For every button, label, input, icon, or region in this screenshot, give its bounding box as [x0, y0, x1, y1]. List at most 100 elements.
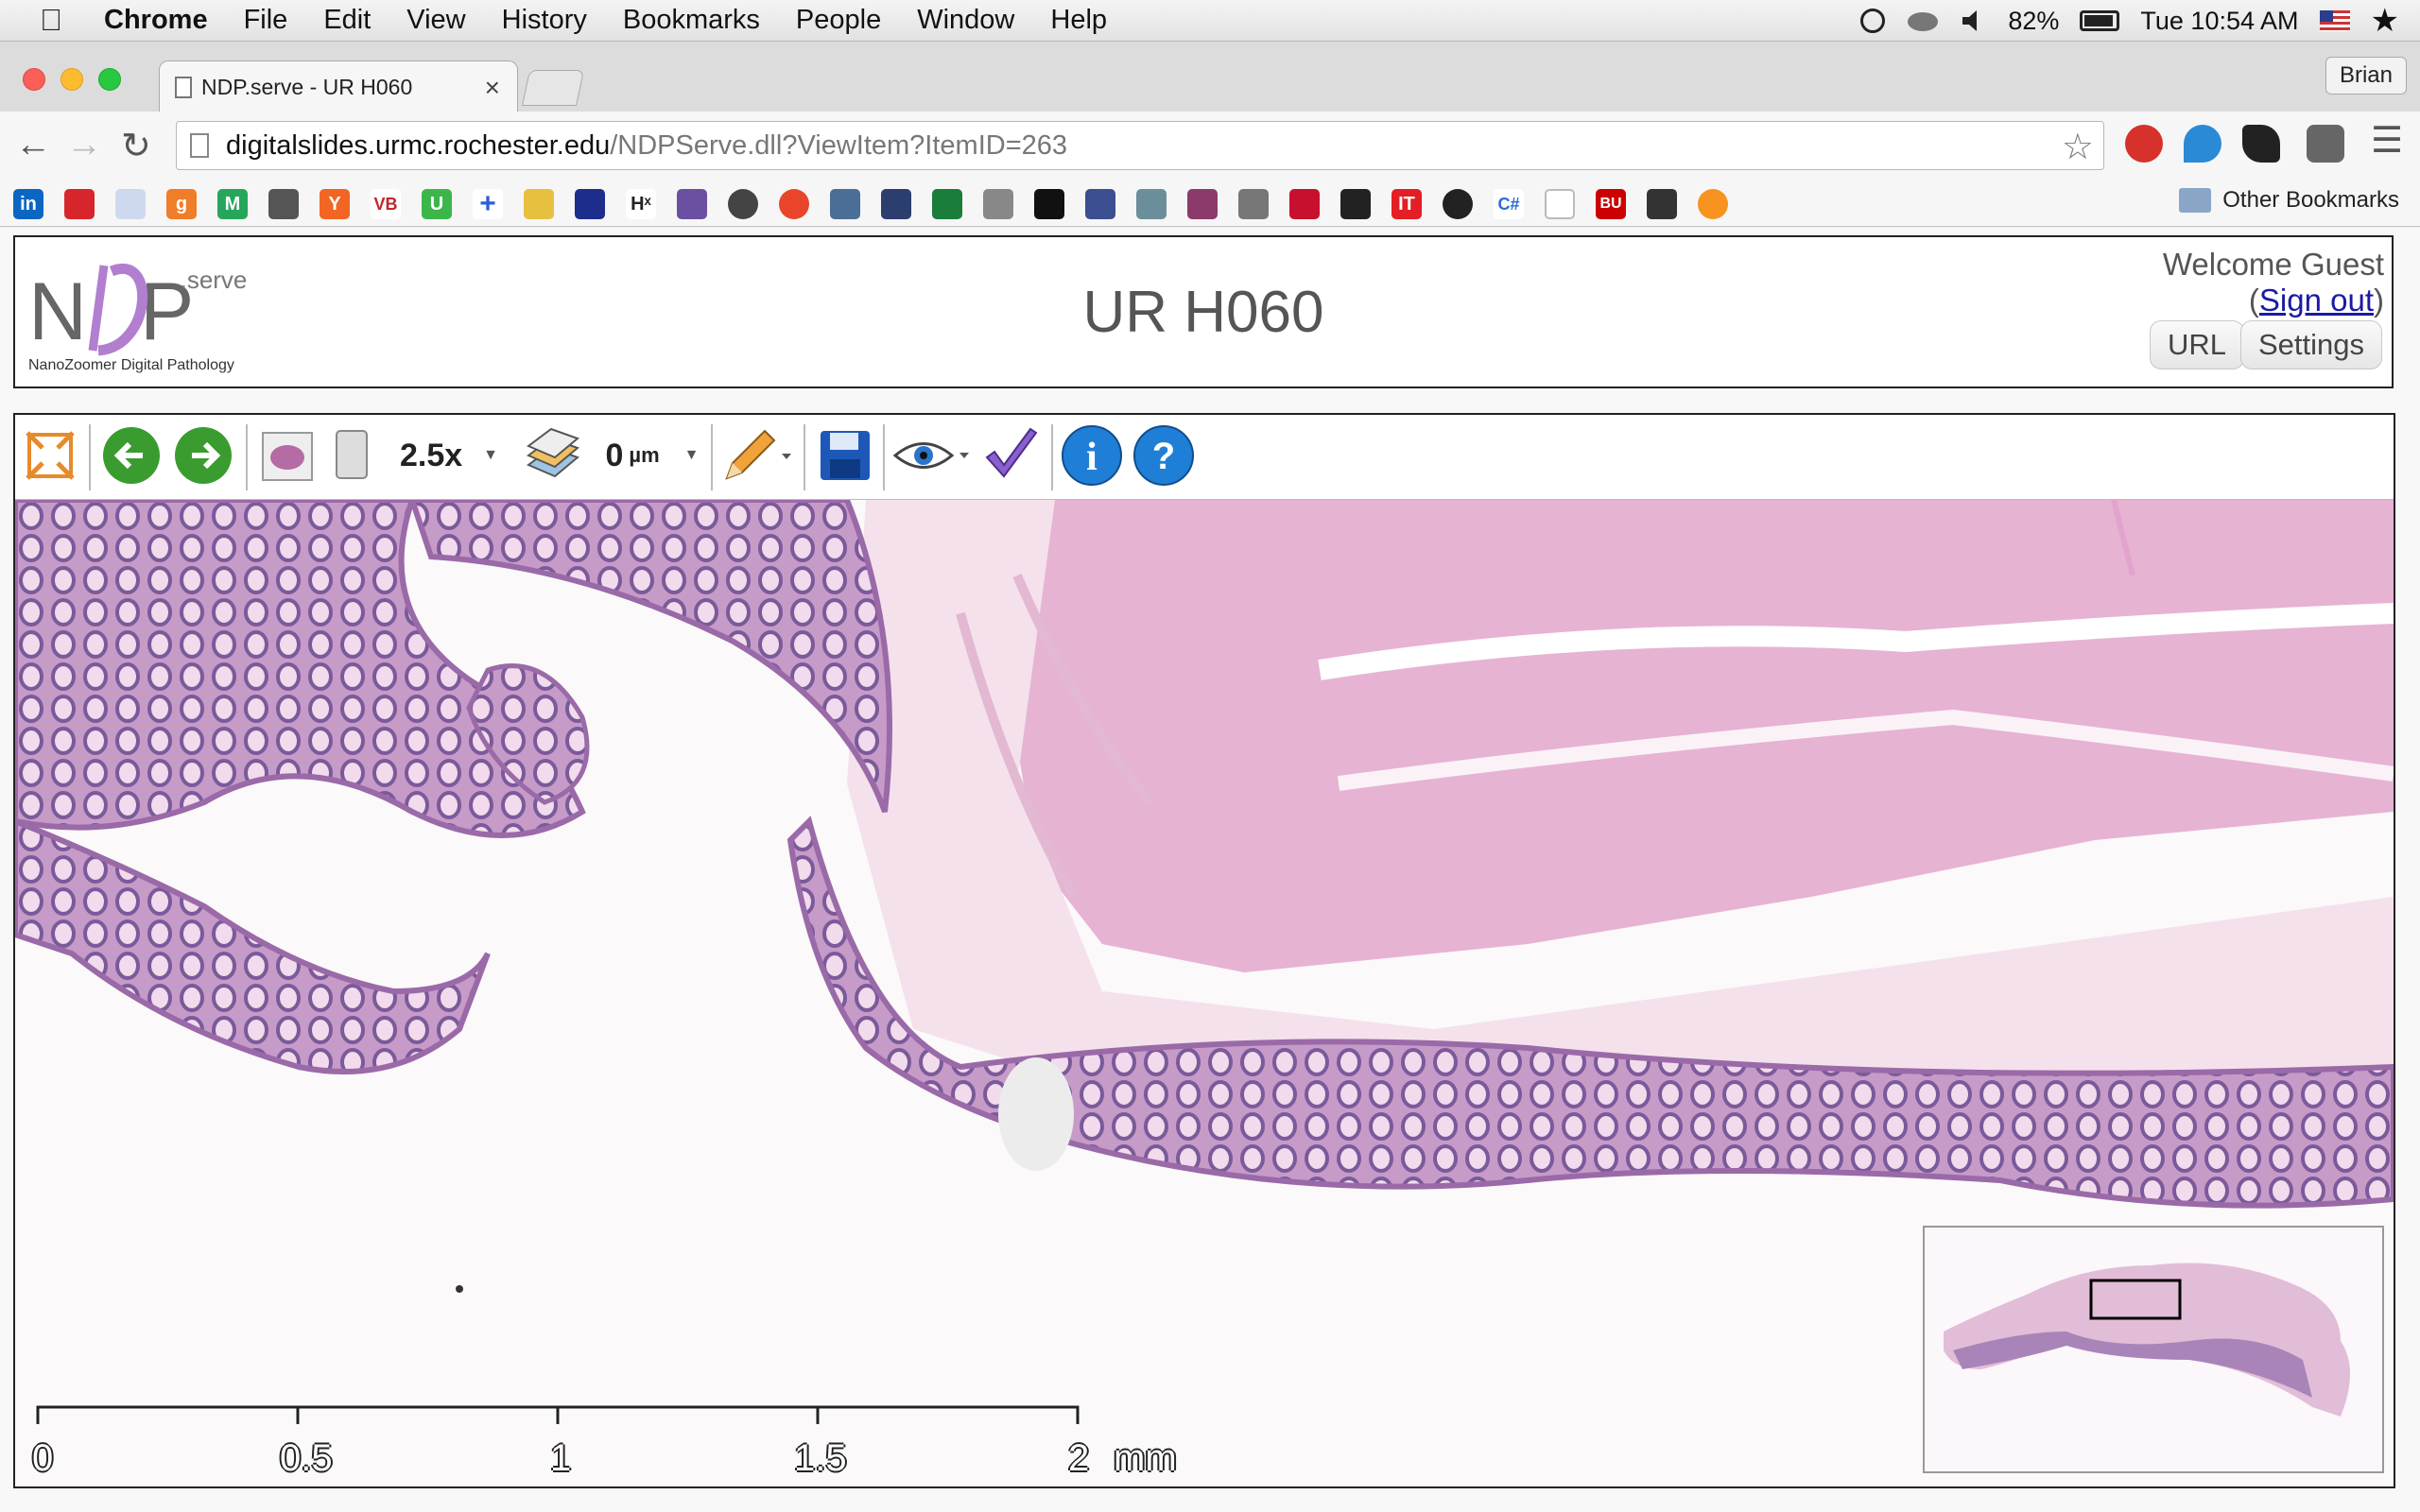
apple-menu-icon[interactable]: : [25, 3, 78, 38]
chrome-menu-icon[interactable]: ☰: [2371, 119, 2403, 162]
bookmark-plus-icon[interactable]: +: [473, 188, 503, 219]
slide-thumbnail-icon[interactable]: [257, 424, 318, 487]
bookmark-u-icon[interactable]: U: [422, 189, 452, 219]
slide-image-canvas[interactable]: 0 0.5 1 1.5 2 mm: [15, 500, 2394, 1486]
profile-button[interactable]: Brian: [2325, 57, 2407, 94]
close-window-icon[interactable]: [23, 68, 45, 91]
tab-ndp-serve[interactable]: NDP.serve - UR H060 ×: [159, 60, 518, 113]
menu-view[interactable]: View: [406, 5, 465, 36]
volume-icon[interactable]: [1961, 9, 1987, 33]
page-icon: [175, 77, 192, 98]
bookmark-dark-icon[interactable]: [1340, 189, 1371, 219]
next-arrow-icon[interactable]: [170, 424, 236, 487]
minimize-window-icon[interactable]: [60, 68, 83, 91]
bookmark-star-icon[interactable]: ☆: [2062, 126, 2094, 168]
focus-select[interactable]: 0 µm ▼: [596, 424, 709, 487]
menu-history[interactable]: History: [502, 5, 587, 36]
checkmark-icon[interactable]: [979, 424, 1044, 487]
svg-text:?: ?: [1152, 436, 1175, 477]
menu-app-chrome[interactable]: Chrome: [104, 5, 208, 36]
bookmark-chart-icon[interactable]: [1289, 189, 1320, 219]
bookmark-dots-icon[interactable]: [677, 189, 707, 219]
extension-blue-icon[interactable]: [2184, 125, 2221, 163]
bookmark-cross-icon[interactable]: [1136, 189, 1167, 219]
bookmark-hx-icon[interactable]: Hˣ: [626, 189, 656, 219]
bookmark-csharp-icon[interactable]: C#: [1494, 189, 1524, 219]
battery-icon[interactable]: [2080, 10, 2120, 31]
address-bar[interactable]: digitalslides.urmc.rochester.edu/NDPServ…: [176, 121, 2104, 170]
bookmark-it-icon[interactable]: IT: [1392, 189, 1422, 219]
bookmark-appspress-icon[interactable]: [728, 189, 758, 219]
hackernews-bookmark-icon[interactable]: Y: [320, 189, 350, 219]
pocket-icon[interactable]: [2307, 125, 2344, 163]
back-arrow-icon[interactable]: ←: [15, 125, 51, 165]
url-path: /NDPServe.dll?ViewItem?ItemID=263: [610, 129, 1068, 161]
bookmark-face-icon[interactable]: [1443, 189, 1473, 219]
clock[interactable]: Tue 10:54 AM: [2140, 7, 2298, 36]
bookmark-w-icon[interactable]: [932, 189, 962, 219]
tomato-bookmark-icon[interactable]: [779, 189, 809, 219]
battery-percent[interactable]: 82%: [2008, 7, 2059, 36]
view-eye-icon[interactable]: [890, 424, 976, 487]
reload-icon[interactable]: ↻: [121, 125, 151, 167]
scale-label-2: 2: [1068, 1437, 1090, 1479]
us-flag-icon[interactable]: [2319, 10, 2350, 31]
bookmark-lines-icon[interactable]: [1238, 189, 1269, 219]
bookmark-bank-icon[interactable]: [115, 189, 146, 219]
bookmark-stripes-icon[interactable]: [983, 189, 1013, 219]
slide-title: UR H060: [1082, 280, 1324, 345]
url-button[interactable]: URL: [2149, 320, 2244, 369]
menu-file[interactable]: File: [244, 5, 288, 36]
menu-people[interactable]: People: [796, 5, 881, 36]
bookmark-g-icon[interactable]: g: [166, 189, 197, 219]
extension-black-icon[interactable]: [2242, 125, 2280, 163]
notification-star-icon[interactable]: ★: [2371, 2, 2399, 40]
info-icon[interactable]: i: [1059, 424, 1125, 487]
menu-help[interactable]: Help: [1050, 5, 1107, 36]
svg-text:i: i: [1086, 436, 1098, 479]
bookmark-bowtie-icon[interactable]: [1034, 189, 1064, 219]
annotate-pencil-icon[interactable]: [718, 424, 796, 487]
cloud-icon[interactable]: [1906, 9, 1940, 33]
page-info-icon[interactable]: [190, 133, 209, 158]
fit-to-screen-icon[interactable]: [23, 424, 78, 487]
adblock-icon[interactable]: [2125, 125, 2163, 163]
menu-bookmarks[interactable]: Bookmarks: [623, 5, 760, 36]
focus-layers-icon[interactable]: [520, 424, 586, 487]
settings-button[interactable]: Settings: [2239, 320, 2382, 369]
chevron-down-icon: ▼: [483, 447, 499, 463]
bookmark-feather-icon[interactable]: [1187, 189, 1218, 219]
menu-window[interactable]: Window: [917, 5, 1014, 36]
magnification-select[interactable]: 2.5x ▼: [397, 424, 501, 487]
menu-edit[interactable]: Edit: [323, 5, 371, 36]
forward-arrow-icon[interactable]: →: [66, 125, 102, 165]
linkedin-bookmark-icon[interactable]: in: [13, 189, 43, 219]
new-tab-button[interactable]: [521, 70, 585, 106]
zoom-window-icon[interactable]: [98, 68, 121, 91]
do-not-disturb-icon[interactable]: [1860, 9, 1886, 33]
other-bookmarks-label: Other Bookmarks: [2222, 187, 2399, 213]
database-bookmark-icon[interactable]: [830, 189, 860, 219]
bookmark-page-icon[interactable]: [1545, 189, 1575, 219]
bookmark-gear-icon[interactable]: [1085, 189, 1115, 219]
slide-label-icon[interactable]: [327, 424, 376, 487]
close-tab-icon[interactable]: ×: [485, 73, 500, 103]
scale-unit: mm: [1114, 1437, 1177, 1479]
bookmark-vb-icon[interactable]: VB: [371, 189, 401, 219]
bookmark-pinwheel-icon[interactable]: [524, 189, 554, 219]
focus-unit: µm: [629, 443, 660, 467]
bookmark-m-icon[interactable]: M: [217, 189, 248, 219]
save-disk-icon[interactable]: [815, 424, 875, 487]
help-icon[interactable]: ?: [1131, 424, 1197, 487]
other-bookmarks[interactable]: Other Bookmarks: [2179, 187, 2399, 214]
previous-arrow-icon[interactable]: [98, 424, 164, 487]
sign-out-link[interactable]: Sign out: [2259, 283, 2374, 318]
bookmark-bu-icon[interactable]: BU: [1596, 189, 1626, 219]
bookmark-news-icon[interactable]: [268, 189, 299, 219]
bookmark-h-icon[interactable]: [881, 189, 911, 219]
bookmark-hexagon-icon[interactable]: [1698, 189, 1728, 219]
bookmark-grid-icon[interactable]: [575, 189, 605, 219]
bookmark-red-icon[interactable]: [64, 189, 95, 219]
overview-minimap[interactable]: [1923, 1226, 2384, 1473]
bookmark-plus-dark-icon[interactable]: [1647, 189, 1677, 219]
